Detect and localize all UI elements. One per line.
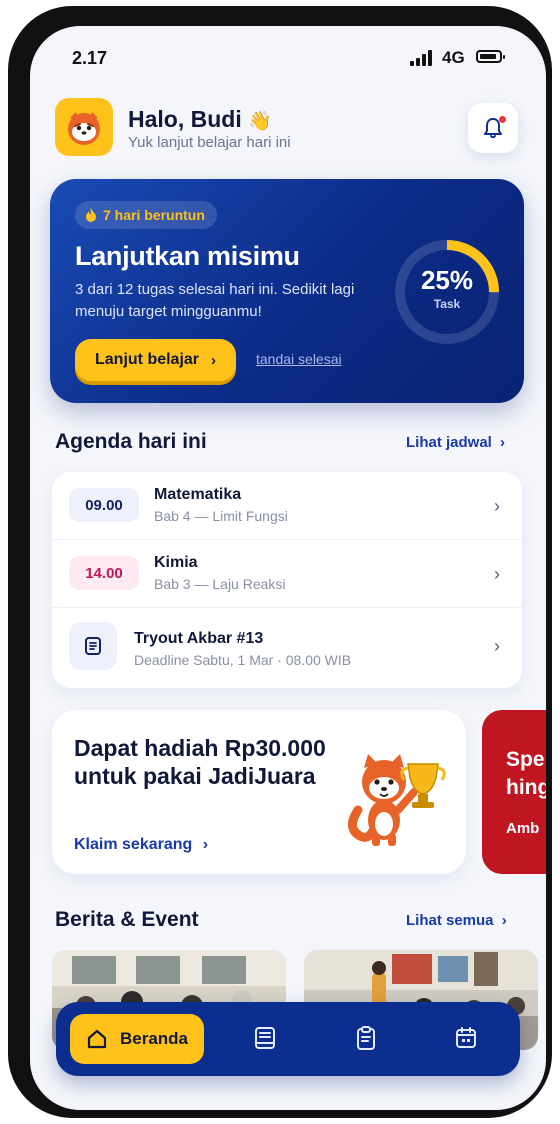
- promo-card[interactable]: Dapat hadiah Rp30.000 untuk pakai JadiJu…: [52, 710, 466, 874]
- status-bar: 2.17 4G: [30, 26, 546, 90]
- view-schedule-link[interactable]: Lihat jadwal ›: [406, 434, 505, 451]
- wave-icon: 👋: [248, 111, 272, 132]
- chevron-right-icon: ›: [202, 836, 209, 853]
- agenda-item-title: Matematika: [154, 486, 242, 503]
- chevron-right-icon: ›: [494, 564, 500, 584]
- streak-label: 7 hari beruntun: [103, 207, 205, 223]
- promo2-cta: Amb: [506, 820, 540, 837]
- promo2-line1: Spe: [506, 748, 545, 771]
- nav-home-label: Beranda: [119, 1029, 189, 1048]
- progress-percent: 25%: [420, 265, 474, 295]
- progress-label: Task: [433, 297, 461, 311]
- streak-badge: 7 hari beruntun: [75, 201, 217, 229]
- view-schedule-label: Lihat jadwal: [406, 434, 492, 451]
- task-progress-ring: 25% Task: [392, 237, 502, 347]
- agenda-item-subtitle: Bab 4 — Limit Fungsi: [154, 508, 288, 524]
- time-badge: 14.00: [69, 556, 139, 590]
- notification-button[interactable]: [468, 103, 518, 153]
- avatar[interactable]: [55, 98, 113, 156]
- mission-title: Lanjutkan misimu: [75, 241, 300, 271]
- mark-done-link[interactable]: tandai selesai: [256, 351, 342, 367]
- nav-home-button[interactable]: Beranda: [70, 1014, 204, 1064]
- agenda-title: Agenda hari ini: [55, 430, 207, 453]
- home-icon: [87, 1029, 107, 1049]
- document-icon: [69, 622, 117, 670]
- time-badge: 09.00: [69, 488, 139, 522]
- agenda-item-subtitle: Deadline Sabtu, 1 Mar · 08.00 WIB: [134, 652, 352, 668]
- clipboard-icon[interactable]: [353, 1025, 379, 1051]
- continue-learning-button[interactable]: Lanjut belajar ›: [75, 339, 237, 381]
- book-icon[interactable]: [252, 1025, 278, 1051]
- chevron-right-icon: ›: [494, 496, 500, 516]
- agenda-item-matematika[interactable]: 09.00 Matematika Bab 4 — Limit Fungsi ›: [52, 472, 522, 540]
- phone-frame: 2.17 4G Halo, Budi 👋 Yuk lanjut belajar …: [8, 6, 552, 1118]
- agenda-list: 09.00 Matematika Bab 4 — Limit Fungsi › …: [52, 472, 522, 688]
- mission-description: 3 dari 12 tugas selesai hari ini. Sediki…: [75, 281, 355, 320]
- agenda-item-title: Tryout Akbar #13: [134, 630, 264, 647]
- signal-icon: [410, 50, 434, 66]
- agenda-item-kimia[interactable]: 14.00 Kimia Bab 3 — Laju Reaksi ›: [52, 540, 522, 608]
- status-time: 2.17: [72, 48, 108, 68]
- promo-card-secondary[interactable]: Spe hing Amb: [482, 710, 546, 874]
- network-label: 4G: [442, 48, 465, 67]
- notification-dot: [499, 116, 506, 123]
- greeting-text: Halo, Budi: [128, 106, 242, 132]
- battery-icon: [476, 50, 505, 63]
- calendar-icon[interactable]: [453, 1025, 479, 1051]
- fire-icon: [86, 208, 96, 222]
- agenda-item-title: Kimia: [154, 554, 198, 571]
- agenda-item-tryout[interactable]: Tryout Akbar #13 Deadline Sabtu, 1 Mar ·…: [52, 608, 522, 688]
- chevron-right-icon: ›: [501, 912, 507, 929]
- agenda-item-subtitle: Bab 3 — Laju Reaksi: [154, 576, 286, 592]
- view-all-label: Lihat semua: [406, 912, 494, 929]
- chevron-right-icon: ›: [494, 636, 500, 656]
- claim-link[interactable]: Klaim sekarang ›: [74, 836, 208, 854]
- claim-label: Klaim sekarang: [74, 836, 193, 853]
- app-screen: 2.17 4G Halo, Budi 👋 Yuk lanjut belajar …: [30, 26, 546, 1110]
- continue-learning-label: Lanjut belajar: [95, 351, 200, 368]
- chevron-right-icon: ›: [211, 351, 217, 369]
- mission-card: 7 hari beruntun Lanjutkan misimu 3 dari …: [50, 179, 524, 403]
- greeting: Halo, Budi 👋: [128, 106, 272, 133]
- promo2-title: Spe hing: [506, 746, 546, 802]
- greeting-subtitle: Yuk lanjut belajar hari ini: [128, 134, 291, 151]
- promo2-line2: hing: [506, 776, 546, 799]
- view-all-news-link[interactable]: Lihat semua ›: [406, 912, 507, 929]
- chevron-right-icon: ›: [500, 434, 506, 451]
- bottom-navigation: Beranda: [56, 1002, 520, 1076]
- promo-title: Dapat hadiah Rp30.000 untuk pakai JadiJu…: [74, 735, 326, 789]
- mascot-trophy-illustration: [348, 754, 446, 846]
- news-title: Berita & Event: [55, 908, 199, 931]
